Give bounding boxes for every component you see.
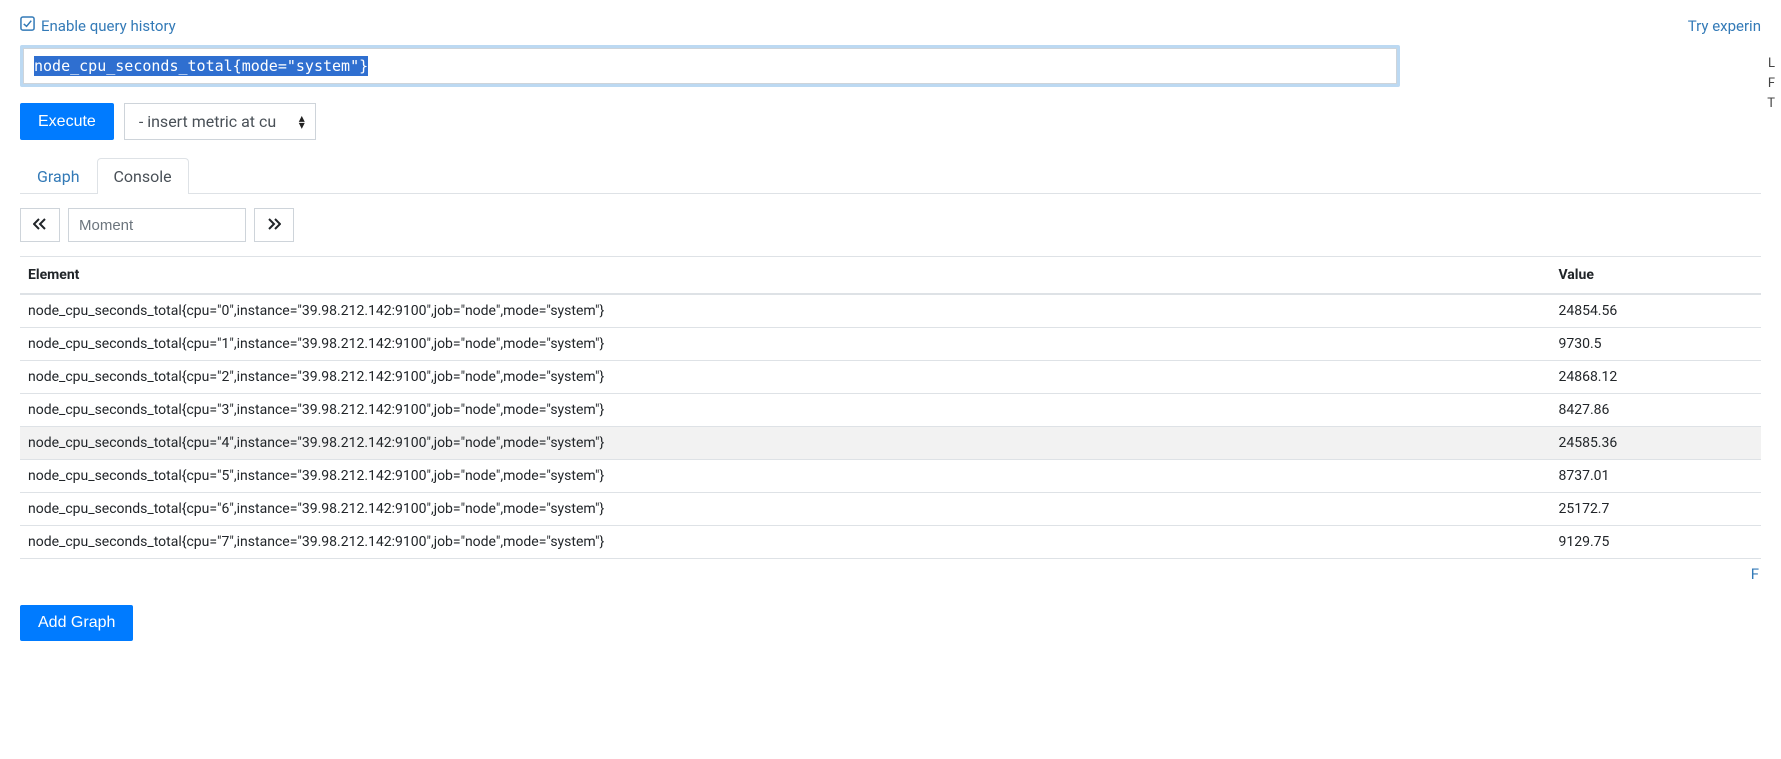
table-row[interactable]: node_cpu_seconds_total{cpu="6",instance=… [20,493,1761,526]
insert-metric-placeholder: - insert metric at cu [139,112,276,131]
query-expression-input[interactable]: node_cpu_seconds_total{mode="system"} [23,48,1397,84]
execute-button[interactable]: Execute [20,103,114,140]
cell-element: node_cpu_seconds_total{cpu="4",instance=… [20,427,1538,460]
result-tabs: Graph Console [20,158,1761,194]
moment-next-button[interactable] [254,208,294,242]
table-row[interactable]: node_cpu_seconds_total{cpu="2",instance=… [20,361,1761,394]
cell-element: node_cpu_seconds_total{cpu="2",instance=… [20,361,1538,394]
add-graph-button[interactable]: Add Graph [20,605,133,641]
cell-value: 24854.56 [1538,294,1761,328]
table-row[interactable]: node_cpu_seconds_total{cpu="4",instance=… [20,427,1761,460]
tab-console[interactable]: Console [97,158,189,194]
double-chevron-left-icon [33,217,47,233]
column-header-element: Element [20,257,1538,295]
tab-graph[interactable]: Graph [20,158,97,194]
enable-query-history-label: Enable query history [41,17,176,35]
results-table: Element Value node_cpu_seconds_total{cpu… [20,256,1761,559]
cell-element: node_cpu_seconds_total{cpu="6",instance=… [20,493,1538,526]
table-row[interactable]: node_cpu_seconds_total{cpu="1",instance=… [20,328,1761,361]
cell-element: node_cpu_seconds_total{cpu="3",instance=… [20,394,1538,427]
try-experimental-link[interactable]: Try experin [1688,17,1761,35]
cell-value: 24868.12 [1538,361,1761,394]
cell-element: node_cpu_seconds_total{cpu="0",instance=… [20,294,1538,328]
cell-value: 9730.5 [1538,328,1761,361]
cell-value: 8737.01 [1538,460,1761,493]
select-arrows-icon: ▴▾ [299,115,305,129]
cell-value: 9129.75 [1538,526,1761,559]
cell-element: node_cpu_seconds_total{cpu="5",instance=… [20,460,1538,493]
enable-query-history-toggle[interactable]: Enable query history [20,16,176,35]
double-chevron-right-icon [267,217,281,233]
bottom-right-cut-text: F [20,565,1761,583]
column-header-value: Value [1538,257,1761,295]
cell-value: 24585.36 [1538,427,1761,460]
query-expression-text: node_cpu_seconds_total{mode="system"} [34,56,368,76]
cell-value: 8427.86 [1538,394,1761,427]
right-edge-cut-text: L F T [1767,54,1779,114]
checkbox-icon [20,16,35,35]
table-header-row: Element Value [20,257,1761,295]
cell-value: 25172.7 [1538,493,1761,526]
insert-metric-select[interactable]: - insert metric at cu ▴▾ [124,103,316,140]
table-row[interactable]: node_cpu_seconds_total{cpu="0",instance=… [20,294,1761,328]
cell-element: node_cpu_seconds_total{cpu="7",instance=… [20,526,1538,559]
table-row[interactable]: node_cpu_seconds_total{cpu="5",instance=… [20,460,1761,493]
moment-prev-button[interactable] [20,208,60,242]
table-row[interactable]: node_cpu_seconds_total{cpu="7",instance=… [20,526,1761,559]
table-row[interactable]: node_cpu_seconds_total{cpu="3",instance=… [20,394,1761,427]
moment-input[interactable] [68,208,246,242]
cell-element: node_cpu_seconds_total{cpu="1",instance=… [20,328,1538,361]
